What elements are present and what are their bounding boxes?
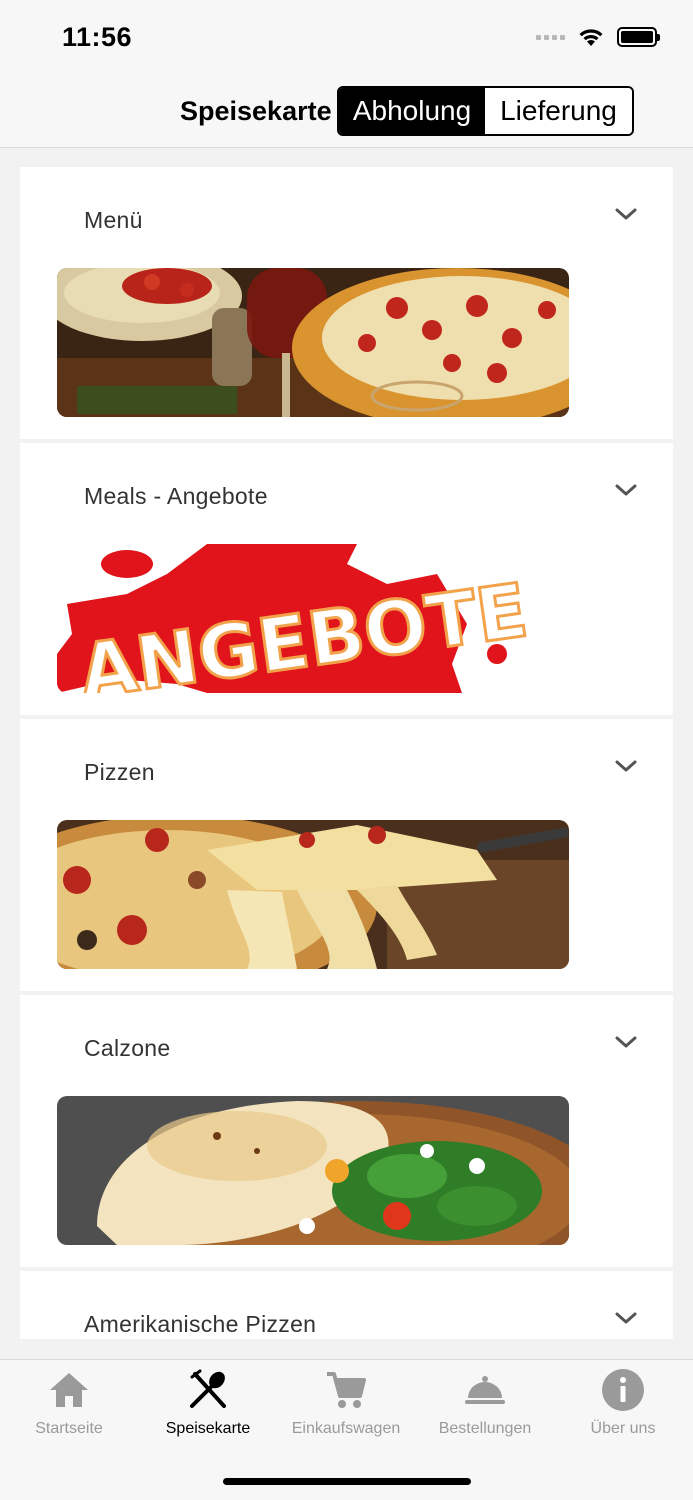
nav-header: Speisekarte Abholung Lieferung [0,70,693,148]
order-type-segmented-control: Abholung Lieferung [337,86,634,136]
segment-abholung[interactable]: Abholung [339,88,485,134]
tab-bestellungen[interactable]: Bestellungen [416,1368,554,1448]
angebote-splash-graphic: ANGEBOTE [57,544,569,693]
chevron-down-icon[interactable] [614,1309,638,1327]
category-label: Calzone [84,1035,171,1061]
category-label: Menü [84,207,143,233]
category-meals-angebote[interactable]: Meals - Angebote ANGEBOTE [20,443,673,715]
chevron-down-icon[interactable] [614,481,638,499]
tab-label: Über uns [590,1420,656,1437]
calzone-salad-photo [57,1096,569,1245]
home-icon [50,1373,88,1407]
status-time: 11:56 [62,22,133,52]
page-title: Speisekarte [180,96,332,126]
segment-lieferung[interactable]: Lieferung [485,88,632,134]
tab-ueber-uns[interactable]: Über uns [554,1368,692,1448]
tab-label: Startseite [35,1420,103,1437]
category-pizzen[interactable]: Pizzen [20,719,673,991]
menu-category-list: Menü Meals - Angebote ANGEBOTE Pizzen Ca… [20,167,673,1339]
cloche-icon [465,1376,505,1404]
chevron-down-icon[interactable] [614,1033,638,1051]
tab-einkaufswagen[interactable]: Einkaufswagen [277,1368,415,1448]
cheese-pizza-slice-photo [57,820,569,969]
home-indicator[interactable] [223,1478,471,1485]
category-calzone[interactable]: Calzone [20,995,673,1267]
pasta-wine-pizza-photo [57,268,569,417]
category-label: Meals - Angebote [84,483,268,509]
chevron-down-icon[interactable] [614,757,638,775]
tab-label: Einkaufswagen [291,1420,401,1437]
cart-icon [327,1372,366,1408]
tab-startseite[interactable]: Startseite [0,1368,138,1448]
category-amerikanische-pizzen[interactable]: Amerikanische Pizzen [20,1271,673,1339]
battery-icon [617,27,660,47]
wifi-icon [579,29,603,46]
status-bar: 11:56 [0,0,693,70]
chevron-down-icon[interactable] [614,205,638,223]
tab-label: Bestellungen [438,1420,532,1437]
info-icon [602,1369,644,1411]
cutlery-icon [190,1369,226,1408]
category-label: Amerikanische Pizzen [84,1311,317,1337]
tab-speisekarte[interactable]: Speisekarte [139,1368,277,1448]
category-label: Pizzen [84,759,155,785]
status-icons [536,26,660,48]
category-menue[interactable]: Menü [20,167,673,439]
tab-bar: Startseite Speisekarte Einkaufswagen Bes… [0,1359,693,1500]
tab-label: Speisekarte [165,1420,251,1437]
cellular-signal-icon [536,34,565,40]
